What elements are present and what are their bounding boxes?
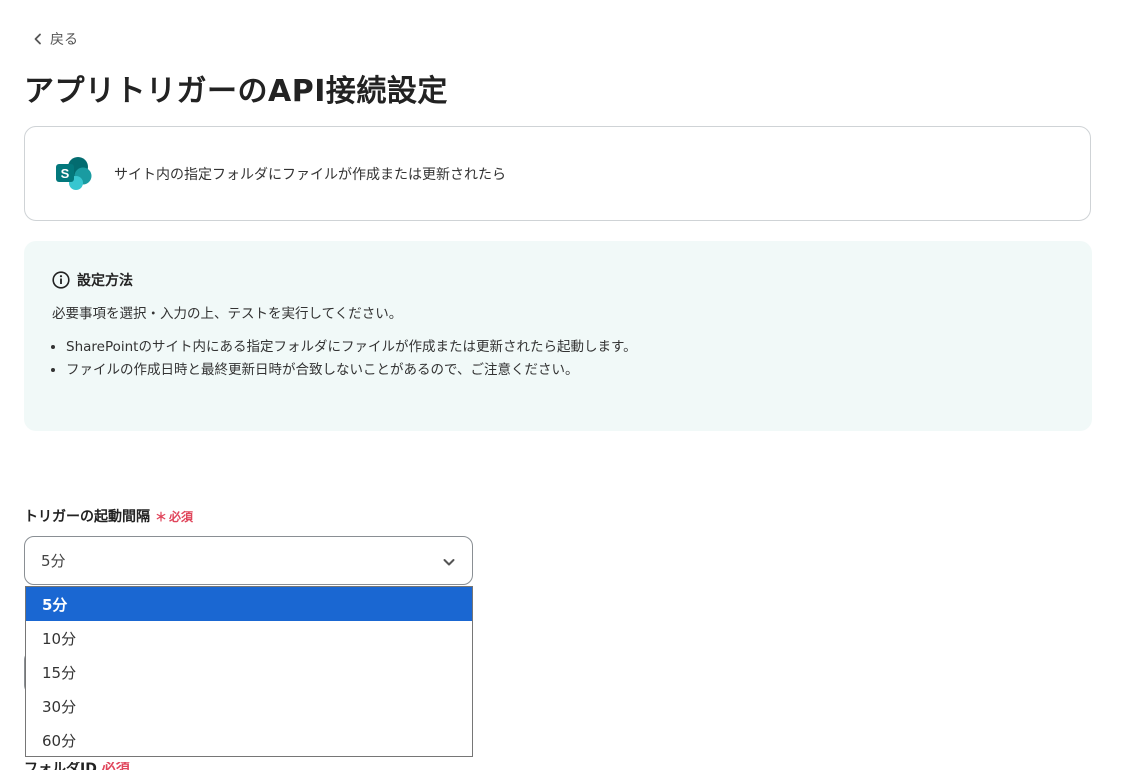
interval-label-text: トリガーの起動間隔 [24,509,150,525]
required-label: 必須 [169,509,194,524]
dropdown-option-5[interactable]: 5分 [26,587,472,621]
dropdown-option-60[interactable]: 60分 [26,723,472,757]
dropdown-option-15[interactable]: 15分 [26,655,472,689]
interval-select[interactable]: 5分 [24,536,473,585]
interval-dropdown-list: 5分 10分 15分 30分 60分 [25,586,473,757]
dropdown-option-10[interactable]: 10分 [26,621,472,655]
list-item: SharePointのサイト内にある指定フォルダにファイルが作成または更新された… [66,336,637,359]
next-field-label-text: フォルダID [24,762,97,770]
next-field-required: 必須 [101,762,130,770]
dropdown-option-30[interactable]: 30分 [26,689,472,723]
back-label: 戻る [50,32,78,48]
svg-text:S: S [61,166,70,181]
required-badge: ＊ 必須 [155,508,193,525]
list-item: ファイルの作成日時と最終更新日時が合致しないことがあるので、ご注意ください。 [66,359,637,382]
page-title: アプリトリガーのAPI接続設定 [24,74,448,109]
info-heading: 設定方法 [52,270,133,290]
next-field-label: フォルダID 必須 [24,762,130,770]
info-title: 設定方法 [77,273,133,289]
chevron-left-icon [34,33,41,45]
interval-field-label: トリガーの起動間隔 ＊ 必須 [24,506,193,526]
chevron-down-icon [443,559,455,566]
required-asterisk: ＊ [155,509,168,524]
info-description: 必要事項を選択・入力の上、テストを実行してください。 [52,306,403,322]
info-icon [52,271,70,289]
trigger-description: サイト内の指定フォルダにファイルが作成または更新されたら [114,167,506,183]
interval-selected-value: 5分 [41,552,66,570]
sharepoint-logo-icon: S [56,157,92,190]
back-link[interactable]: 戻る [32,28,78,50]
info-bullet-list: SharePointのサイト内にある指定フォルダにファイルが作成または更新された… [48,336,637,382]
